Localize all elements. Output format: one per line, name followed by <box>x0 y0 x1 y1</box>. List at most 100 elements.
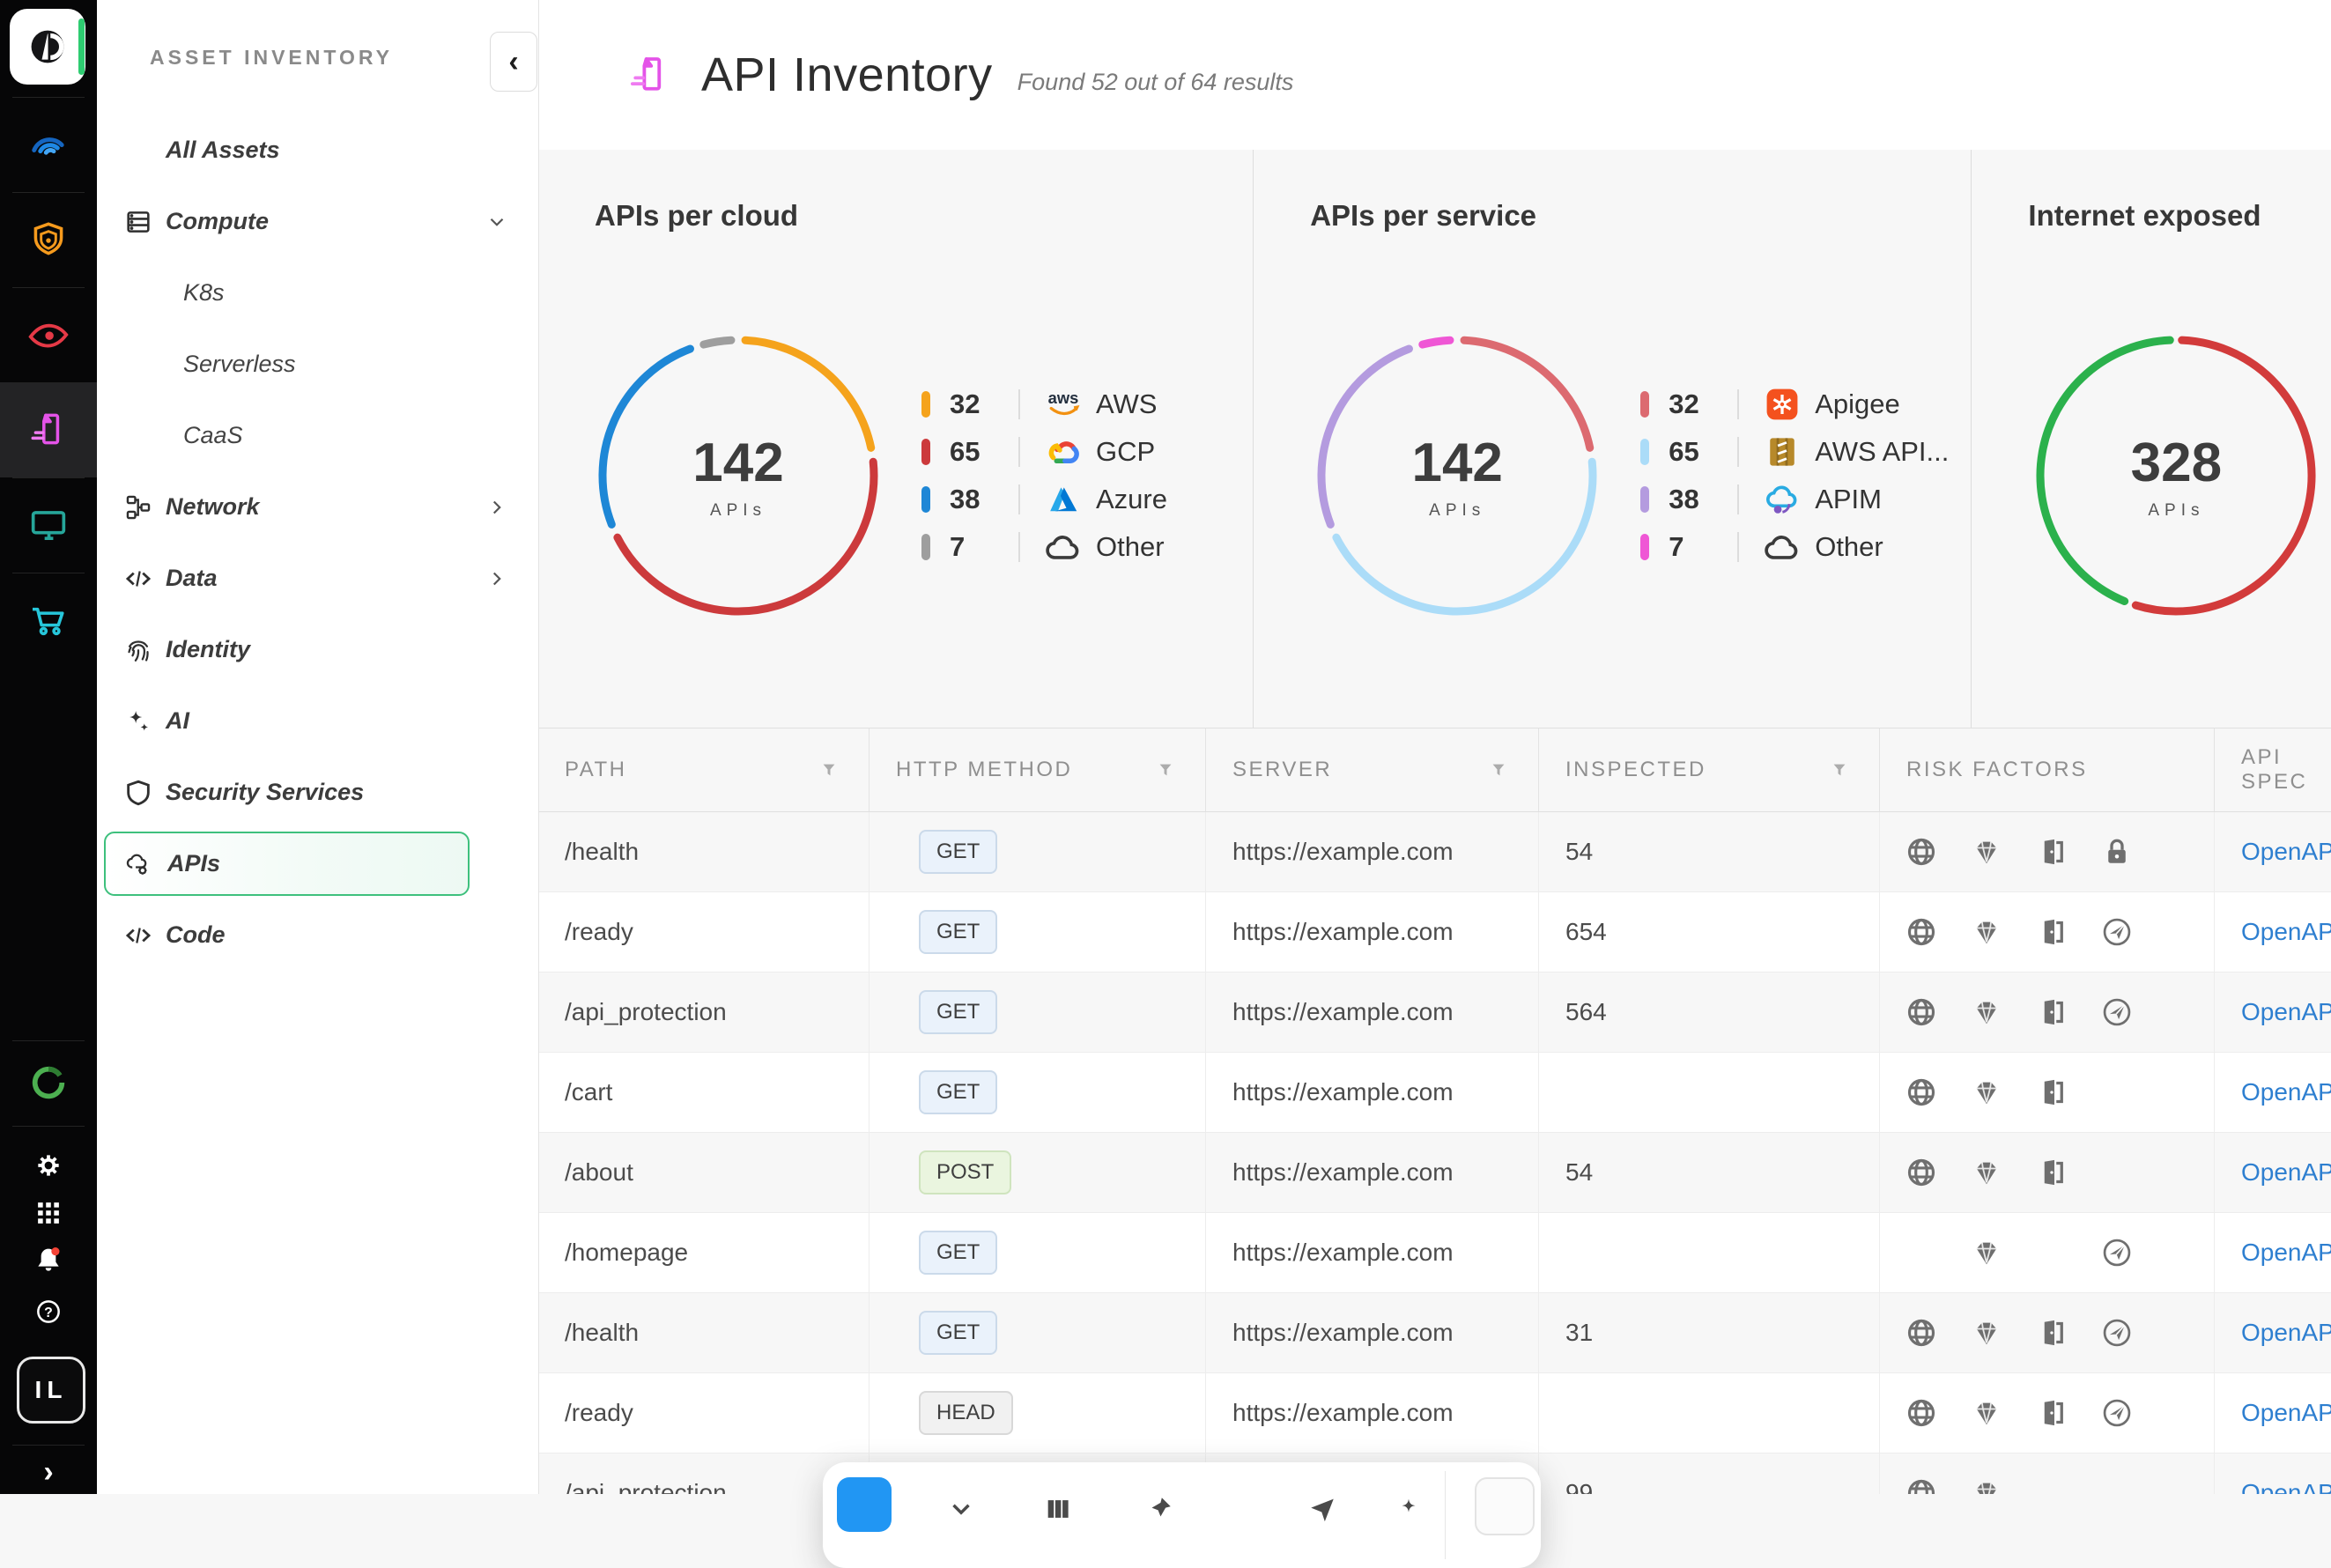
plane-icon <box>2084 996 2150 1028</box>
table-row[interactable]: /healthGEThttps://example.com54OpenAPI <box>538 812 2331 892</box>
chart-panel-3: Internet exposed328APIs <box>1971 150 2331 728</box>
legend-row-aws-api-[interactable]: 65AWS API... <box>1640 428 1949 476</box>
rail-app-monitor-icon[interactable] <box>0 477 97 573</box>
api-spec-link[interactable]: OpenAPI <box>2241 1078 2331 1106</box>
api-spec-link[interactable]: OpenAPI <box>2241 1239 2331 1267</box>
globe-icon <box>1889 1076 1954 1108</box>
sidebar-item-ai[interactable]: AI <box>97 685 538 757</box>
toolbar-primary-button[interactable] <box>837 1477 892 1532</box>
globe-icon <box>1889 1477 1954 1494</box>
gem-icon <box>1954 916 2019 948</box>
cell-inspected: 31 <box>1539 1293 1880 1372</box>
door-icon <box>2019 1397 2084 1429</box>
chart-panel-1: APIs per cloud142APIs32awsAWS65GCP38Azur… <box>538 150 1253 728</box>
legend-row-aws[interactable]: 32awsAWS <box>921 381 1167 428</box>
sidebar-item-data[interactable]: Data <box>97 543 538 614</box>
shield-app-icon <box>26 218 70 262</box>
table-row[interactable]: /aboutPOSThttps://example.com54OpenAPI <box>538 1133 2331 1213</box>
sidebar-collapse-button[interactable]: ‹ <box>490 32 537 92</box>
cell-server: https://example.com <box>1206 1213 1539 1292</box>
column-header-api-spec: API SPEC <box>2215 729 2331 811</box>
chart-title: Internet exposed <box>2028 199 2261 233</box>
network-icon <box>123 492 166 522</box>
table-row[interactable]: /homepageGEThttps://example.comOpenAPI <box>538 1213 2331 1293</box>
sidebar-item-spacer <box>123 421 166 451</box>
expand-rail-chevron[interactable]: › <box>0 1455 97 1490</box>
cell-path: /ready <box>538 892 870 972</box>
sidebar-item-apis[interactable]: APIs <box>104 832 470 896</box>
legend-row-other[interactable]: 7Other <box>921 523 1167 571</box>
globe-icon <box>1889 916 1954 948</box>
pin-icon[interactable] <box>1144 1494 1174 1524</box>
filter-funnel-icon[interactable] <box>1156 760 1175 780</box>
cell-api-spec: OpenAPI <box>2215 1453 2331 1494</box>
code-icon <box>123 921 166 950</box>
sidebar-item-label: Identity <box>166 636 250 663</box>
table-row[interactable]: /cartGEThttps://example.comOpenAPI <box>538 1053 2331 1133</box>
sparkle-icon[interactable] <box>1394 1494 1424 1524</box>
sidebar-item-identity[interactable]: Identity <box>97 614 538 685</box>
cell-server: https://example.com <box>1206 892 1539 972</box>
sidebar-item-serverless[interactable]: Serverless <box>97 329 538 400</box>
monitor-icon <box>26 502 71 548</box>
gear-icon[interactable] <box>0 1144 97 1187</box>
sidebar-item-caas[interactable]: CaaS <box>97 400 538 471</box>
bell-icon[interactable] <box>0 1239 97 1282</box>
avatar[interactable]: IL <box>17 1357 85 1424</box>
globe-icon <box>1889 1397 1954 1429</box>
help-icon[interactable]: ? <box>0 1291 97 1333</box>
legend-label: Other <box>1096 531 1165 563</box>
sidebar-item-label: Serverless <box>183 351 296 378</box>
rail-app-radar-icon[interactable] <box>0 97 97 192</box>
orca-ring-icon[interactable] <box>0 1061 97 1104</box>
table-row[interactable]: /readyHEADhttps://example.comOpenAPI <box>538 1373 2331 1453</box>
legend-row-gcp[interactable]: 65GCP <box>921 428 1167 476</box>
sidebar-item-compute[interactable]: Compute <box>97 186 538 257</box>
rail-separator <box>12 192 85 193</box>
filter-funnel-icon[interactable] <box>819 760 839 780</box>
sidebar-item-network[interactable]: Network <box>97 471 538 543</box>
api-spec-link[interactable]: OpenAPI <box>2241 1479 2331 1494</box>
plane-icon <box>2084 1237 2150 1268</box>
sidebar-item-code[interactable]: Code <box>97 899 538 971</box>
api-spec-link[interactable]: OpenAPI <box>2241 1399 2331 1427</box>
sidebar-item-security-services[interactable]: Security Services <box>97 757 538 828</box>
rail-app-eye-icon[interactable] <box>0 287 97 382</box>
api-spec-link[interactable]: OpenAPI <box>2241 838 2331 866</box>
table-row[interactable]: /readyGEThttps://example.com654OpenAPI <box>538 892 2331 973</box>
server-icon <box>123 207 166 237</box>
api-spec-link[interactable]: OpenAPI <box>2241 1319 2331 1347</box>
rail-app-cart-icon[interactable] <box>0 573 97 668</box>
filter-funnel-icon[interactable] <box>1830 760 1849 780</box>
sidebar-item-all-assets[interactable]: All Assets <box>97 115 538 186</box>
rail-app-api-doc-icon[interactable] <box>0 382 97 477</box>
send-icon[interactable] <box>1307 1494 1337 1524</box>
aws-logo: aws <box>1043 384 1084 425</box>
legend-row-apigee[interactable]: 32Apigee <box>1640 381 1949 428</box>
columns-icon[interactable] <box>1043 1494 1073 1524</box>
sidebar-item-k8s[interactable]: K8s <box>97 257 538 329</box>
orca-logo-tile[interactable] <box>10 9 85 85</box>
page-title: API Inventory <box>701 48 993 102</box>
legend-color-chip <box>921 439 930 465</box>
orca-logo-icon <box>25 24 70 70</box>
method-pill: GET <box>919 1231 997 1275</box>
legend-row-apim[interactable]: 38APIM <box>1640 476 1949 523</box>
api-spec-link[interactable]: OpenAPI <box>2241 1158 2331 1187</box>
grid-icon[interactable] <box>0 1192 97 1234</box>
cell-risk-factors <box>1880 812 2215 891</box>
sidebar-item-label: CaaS <box>183 422 243 449</box>
api-spec-link[interactable]: OpenAPI <box>2241 918 2331 946</box>
api-spec-link[interactable]: OpenAPI <box>2241 998 2331 1026</box>
filter-funnel-icon[interactable] <box>1489 760 1508 780</box>
legend-divider <box>1018 437 1020 467</box>
rail-app-shield-app-icon[interactable] <box>0 192 97 287</box>
table-row[interactable]: /healthGEThttps://example.com31OpenAPI <box>538 1293 2331 1373</box>
table-row[interactable]: /api_protectionGEThttps://example.com564… <box>538 973 2331 1053</box>
legend-row-azure[interactable]: 38Azure <box>921 476 1167 523</box>
legend-divider <box>1018 484 1020 514</box>
legend-row-other[interactable]: 7Other <box>1640 523 1949 571</box>
toolbar-secondary-button[interactable] <box>1475 1477 1535 1535</box>
results-summary: Found 52 out of 64 results <box>1018 55 1294 96</box>
chevron-down-icon[interactable] <box>946 1494 976 1524</box>
